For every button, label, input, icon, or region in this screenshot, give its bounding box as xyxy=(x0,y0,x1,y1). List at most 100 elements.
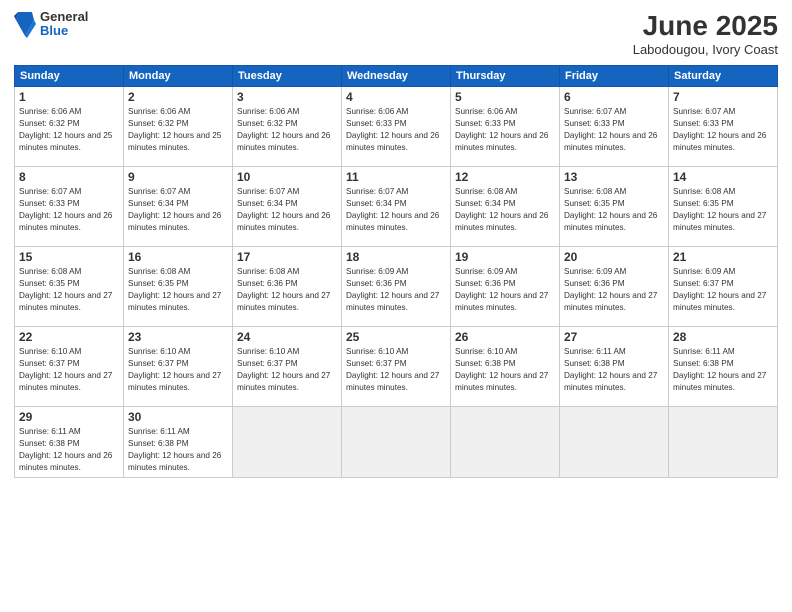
day-number: 13 xyxy=(564,170,664,184)
day-number: 28 xyxy=(673,330,773,344)
title-block: June 2025 Labodougou, Ivory Coast xyxy=(633,10,778,57)
col-wednesday: Wednesday xyxy=(342,66,451,87)
table-row: 13 Sunrise: 6:08 AM Sunset: 6:35 PM Dayl… xyxy=(560,167,669,247)
table-row: 19 Sunrise: 6:09 AM Sunset: 6:36 PM Dayl… xyxy=(451,247,560,327)
day-info: Sunrise: 6:08 AM Sunset: 6:34 PM Dayligh… xyxy=(455,186,555,234)
day-info: Sunrise: 6:08 AM Sunset: 6:35 PM Dayligh… xyxy=(128,266,228,314)
col-saturday: Saturday xyxy=(669,66,778,87)
calendar-week-row: 22 Sunrise: 6:10 AM Sunset: 6:37 PM Dayl… xyxy=(15,327,778,407)
day-info: Sunrise: 6:11 AM Sunset: 6:38 PM Dayligh… xyxy=(564,346,664,394)
day-number: 19 xyxy=(455,250,555,264)
day-info: Sunrise: 6:10 AM Sunset: 6:37 PM Dayligh… xyxy=(19,346,119,394)
table-row: 27 Sunrise: 6:11 AM Sunset: 6:38 PM Dayl… xyxy=(560,327,669,407)
col-monday: Monday xyxy=(124,66,233,87)
table-row: 6 Sunrise: 6:07 AM Sunset: 6:33 PM Dayli… xyxy=(560,87,669,167)
day-number: 17 xyxy=(237,250,337,264)
logo-icon xyxy=(14,10,36,38)
day-info: Sunrise: 6:07 AM Sunset: 6:33 PM Dayligh… xyxy=(564,106,664,154)
calendar-empty-cell xyxy=(451,407,560,478)
day-number: 30 xyxy=(128,410,228,424)
day-number: 25 xyxy=(346,330,446,344)
day-number: 4 xyxy=(346,90,446,104)
table-row: 26 Sunrise: 6:10 AM Sunset: 6:38 PM Dayl… xyxy=(451,327,560,407)
day-info: Sunrise: 6:09 AM Sunset: 6:36 PM Dayligh… xyxy=(564,266,664,314)
day-info: Sunrise: 6:11 AM Sunset: 6:38 PM Dayligh… xyxy=(128,426,228,474)
day-info: Sunrise: 6:06 AM Sunset: 6:32 PM Dayligh… xyxy=(128,106,228,154)
calendar-empty-cell xyxy=(560,407,669,478)
day-number: 1 xyxy=(19,90,119,104)
calendar-week-row: 15 Sunrise: 6:08 AM Sunset: 6:35 PM Dayl… xyxy=(15,247,778,327)
day-number: 27 xyxy=(564,330,664,344)
table-row: 16 Sunrise: 6:08 AM Sunset: 6:35 PM Dayl… xyxy=(124,247,233,327)
day-info: Sunrise: 6:09 AM Sunset: 6:37 PM Dayligh… xyxy=(673,266,773,314)
day-info: Sunrise: 6:08 AM Sunset: 6:35 PM Dayligh… xyxy=(19,266,119,314)
day-info: Sunrise: 6:10 AM Sunset: 6:37 PM Dayligh… xyxy=(128,346,228,394)
table-row: 17 Sunrise: 6:08 AM Sunset: 6:36 PM Dayl… xyxy=(233,247,342,327)
col-thursday: Thursday xyxy=(451,66,560,87)
header: General Blue June 2025 Labodougou, Ivory… xyxy=(14,10,778,57)
table-row: 1 Sunrise: 6:06 AM Sunset: 6:32 PM Dayli… xyxy=(15,87,124,167)
calendar-empty-cell xyxy=(342,407,451,478)
day-info: Sunrise: 6:07 AM Sunset: 6:33 PM Dayligh… xyxy=(19,186,119,234)
day-number: 6 xyxy=(564,90,664,104)
table-row: 29 Sunrise: 6:11 AM Sunset: 6:38 PM Dayl… xyxy=(15,407,124,478)
day-number: 12 xyxy=(455,170,555,184)
day-info: Sunrise: 6:08 AM Sunset: 6:35 PM Dayligh… xyxy=(564,186,664,234)
day-info: Sunrise: 6:10 AM Sunset: 6:37 PM Dayligh… xyxy=(346,346,446,394)
day-number: 15 xyxy=(19,250,119,264)
day-number: 2 xyxy=(128,90,228,104)
day-info: Sunrise: 6:06 AM Sunset: 6:33 PM Dayligh… xyxy=(455,106,555,154)
table-row: 18 Sunrise: 6:09 AM Sunset: 6:36 PM Dayl… xyxy=(342,247,451,327)
table-row: 3 Sunrise: 6:06 AM Sunset: 6:32 PM Dayli… xyxy=(233,87,342,167)
day-info: Sunrise: 6:08 AM Sunset: 6:36 PM Dayligh… xyxy=(237,266,337,314)
calendar: Sunday Monday Tuesday Wednesday Thursday… xyxy=(14,65,778,478)
table-row: 11 Sunrise: 6:07 AM Sunset: 6:34 PM Dayl… xyxy=(342,167,451,247)
day-info: Sunrise: 6:09 AM Sunset: 6:36 PM Dayligh… xyxy=(455,266,555,314)
table-row: 20 Sunrise: 6:09 AM Sunset: 6:36 PM Dayl… xyxy=(560,247,669,327)
day-info: Sunrise: 6:09 AM Sunset: 6:36 PM Dayligh… xyxy=(346,266,446,314)
table-row: 21 Sunrise: 6:09 AM Sunset: 6:37 PM Dayl… xyxy=(669,247,778,327)
day-number: 18 xyxy=(346,250,446,264)
month-title: June 2025 xyxy=(633,10,778,42)
day-info: Sunrise: 6:08 AM Sunset: 6:35 PM Dayligh… xyxy=(673,186,773,234)
col-tuesday: Tuesday xyxy=(233,66,342,87)
day-info: Sunrise: 6:11 AM Sunset: 6:38 PM Dayligh… xyxy=(19,426,119,474)
table-row: 4 Sunrise: 6:06 AM Sunset: 6:33 PM Dayli… xyxy=(342,87,451,167)
day-number: 11 xyxy=(346,170,446,184)
day-info: Sunrise: 6:07 AM Sunset: 6:34 PM Dayligh… xyxy=(346,186,446,234)
table-row: 24 Sunrise: 6:10 AM Sunset: 6:37 PM Dayl… xyxy=(233,327,342,407)
logo-blue: Blue xyxy=(40,24,88,38)
day-info: Sunrise: 6:10 AM Sunset: 6:37 PM Dayligh… xyxy=(237,346,337,394)
logo-text: General Blue xyxy=(40,10,88,39)
table-row: 7 Sunrise: 6:07 AM Sunset: 6:33 PM Dayli… xyxy=(669,87,778,167)
day-info: Sunrise: 6:06 AM Sunset: 6:33 PM Dayligh… xyxy=(346,106,446,154)
calendar-week-row: 29 Sunrise: 6:11 AM Sunset: 6:38 PM Dayl… xyxy=(15,407,778,478)
day-number: 29 xyxy=(19,410,119,424)
logo: General Blue xyxy=(14,10,88,39)
calendar-empty-cell xyxy=(233,407,342,478)
page: General Blue June 2025 Labodougou, Ivory… xyxy=(0,0,792,612)
table-row: 10 Sunrise: 6:07 AM Sunset: 6:34 PM Dayl… xyxy=(233,167,342,247)
day-number: 7 xyxy=(673,90,773,104)
day-info: Sunrise: 6:06 AM Sunset: 6:32 PM Dayligh… xyxy=(237,106,337,154)
day-number: 21 xyxy=(673,250,773,264)
day-number: 24 xyxy=(237,330,337,344)
table-row: 12 Sunrise: 6:08 AM Sunset: 6:34 PM Dayl… xyxy=(451,167,560,247)
day-number: 26 xyxy=(455,330,555,344)
logo-general: General xyxy=(40,10,88,24)
day-info: Sunrise: 6:06 AM Sunset: 6:32 PM Dayligh… xyxy=(19,106,119,154)
calendar-empty-cell xyxy=(669,407,778,478)
day-info: Sunrise: 6:07 AM Sunset: 6:34 PM Dayligh… xyxy=(237,186,337,234)
day-number: 20 xyxy=(564,250,664,264)
location: Labodougou, Ivory Coast xyxy=(633,42,778,57)
day-number: 8 xyxy=(19,170,119,184)
day-number: 3 xyxy=(237,90,337,104)
table-row: 14 Sunrise: 6:08 AM Sunset: 6:35 PM Dayl… xyxy=(669,167,778,247)
table-row: 25 Sunrise: 6:10 AM Sunset: 6:37 PM Dayl… xyxy=(342,327,451,407)
day-info: Sunrise: 6:11 AM Sunset: 6:38 PM Dayligh… xyxy=(673,346,773,394)
day-number: 23 xyxy=(128,330,228,344)
table-row: 15 Sunrise: 6:08 AM Sunset: 6:35 PM Dayl… xyxy=(15,247,124,327)
table-row: 23 Sunrise: 6:10 AM Sunset: 6:37 PM Dayl… xyxy=(124,327,233,407)
day-number: 9 xyxy=(128,170,228,184)
calendar-header-row: Sunday Monday Tuesday Wednesday Thursday… xyxy=(15,66,778,87)
